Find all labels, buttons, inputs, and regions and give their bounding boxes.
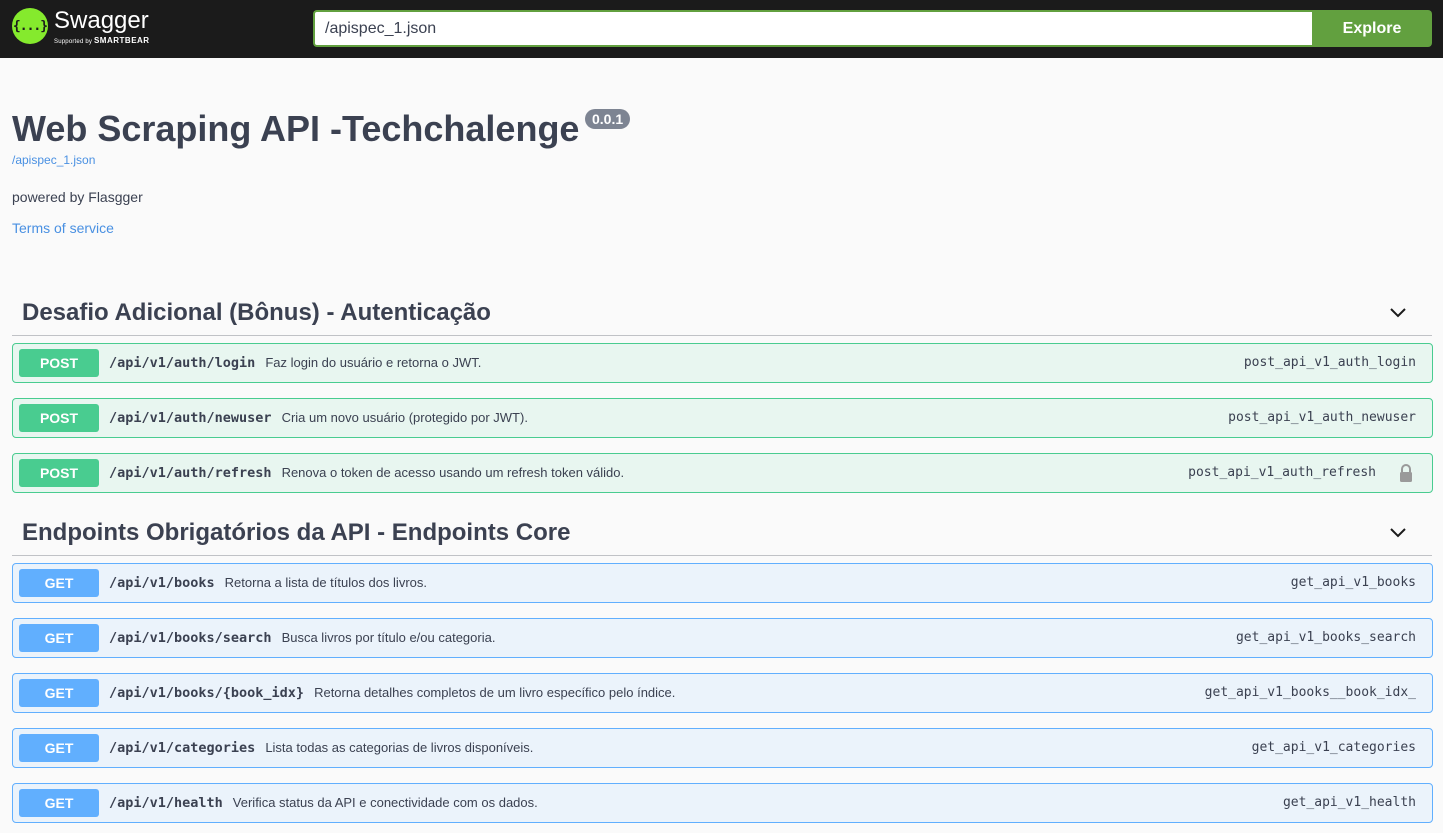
powered-by-text: powered by Flasgger [12,189,143,205]
operation-path: /api/v1/auth/refresh Renova o token de ac… [109,465,625,481]
operation-summary: Lista todas as categorias de livros disp… [265,740,534,755]
operation-path: /api/v1/health Verifica status da API e c… [109,795,538,811]
operation-get-book-by-idx[interactable]: GET /api/v1/books/{book_idx} Retorna deta… [12,673,1433,713]
method-badge: GET [19,679,99,707]
operation-summary: Verifica status da API e conectividade c… [232,795,538,810]
operation-path: /api/v1/books/search Busca livros por tít… [109,630,496,646]
chevron-down-icon[interactable] [1388,302,1408,322]
topbar: {...} Swagger Supported by SMARTBEAR Exp… [0,0,1443,58]
method-badge: GET [19,569,99,597]
method-badge: GET [19,624,99,652]
operation-id: get_api_v1_books [1290,575,1416,590]
tag-title: Desafio Adicional (Bônus) - Autenticação [22,299,491,326]
operation-summary: Retorna a lista de títulos dos livros. [224,575,427,590]
operation-id: get_api_v1_books_search [1235,630,1416,645]
operation-path: /api/v1/auth/login Faz login do usuário e… [109,355,482,371]
logo-title: Swagger [54,7,149,34]
tag-header-core[interactable]: Endpoints Obrigatórios da API - Endpoint… [12,508,1432,556]
operation-path: /api/v1/auth/newuser Cria um novo usuário… [109,410,528,426]
chevron-down-icon[interactable] [1388,522,1408,542]
method-badge: GET [19,789,99,817]
operation-get-books-search[interactable]: GET /api/v1/books/search Busca livros por… [12,618,1433,658]
method-badge: POST [19,404,99,432]
spec-link[interactable]: /apispec_1.json [12,153,95,167]
tag-header-auth[interactable]: Desafio Adicional (Bônus) - Autenticação [12,288,1432,336]
operation-id: get_api_v1_books__book_idx_ [1204,685,1416,700]
method-badge: POST [19,459,99,487]
operation-get-health[interactable]: GET /api/v1/health Verifica status da API… [12,783,1433,823]
operation-summary: Cria um novo usuário (protegido por JWT)… [281,410,528,425]
operation-get-books[interactable]: GET /api/v1/books Retorna a lista de títu… [12,563,1433,603]
operation-path: /api/v1/books/{book_idx} Retorna detalhes… [109,685,676,701]
operation-summary: Retorna detalhes completos de um livro e… [314,685,676,700]
lock-icon[interactable] [1398,463,1414,483]
version-badge: 0.0.1 [585,109,631,129]
logo-subtitle: Supported by SMARTBEAR [54,36,150,45]
method-badge: GET [19,734,99,762]
operation-id: get_api_v1_health [1282,795,1416,810]
tag-title: Endpoints Obrigatórios da API - Endpoint… [22,519,571,546]
operation-path: /api/v1/categories Lista todas as categor… [109,740,534,756]
explore-button[interactable]: Explore [1312,10,1432,47]
operation-id: post_api_v1_auth_login [1243,355,1416,370]
operation-post-auth-refresh[interactable]: POST /api/v1/auth/refresh Renova o token … [12,453,1433,493]
page-title: Web Scraping API -Techchalenge [12,108,580,149]
method-badge: POST [19,349,99,377]
swagger-logo-icon: {...} [12,8,48,44]
operation-post-auth-login[interactable]: POST /api/v1/auth/login Faz login do usuá… [12,343,1433,383]
operation-id: post_api_v1_auth_refresh [1188,465,1376,480]
spec-url-input[interactable] [313,10,1312,47]
operation-post-auth-newuser[interactable]: POST /api/v1/auth/newuser Cria um novo us… [12,398,1433,438]
operation-summary: Faz login do usuário e retorna o JWT. [265,355,482,370]
terms-of-service-link[interactable]: Terms of service [12,220,114,236]
operation-id: post_api_v1_auth_newuser [1228,410,1416,425]
operation-summary: Renova o token de acesso usando um refre… [281,465,625,480]
operation-get-categories[interactable]: GET /api/v1/categories Lista todas as cat… [12,728,1433,768]
operation-id: get_api_v1_categories [1251,740,1416,755]
swagger-logo[interactable]: {...} Swagger Supported by SMARTBEAR [12,8,150,45]
operation-summary: Busca livros por título e/ou categoria. [281,630,496,645]
logo-glyph: {...} [12,18,48,34]
operation-path: /api/v1/books Retorna a lista de títulos … [109,575,427,591]
